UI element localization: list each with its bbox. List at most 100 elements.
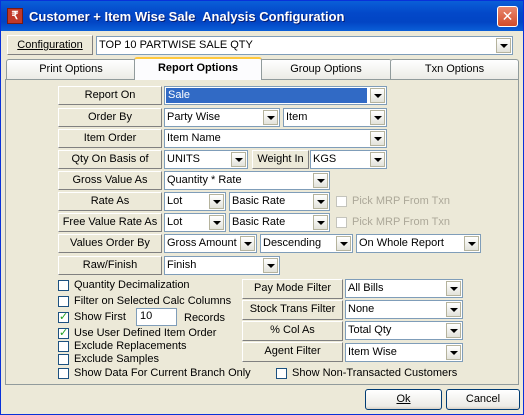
- free-rate-select[interactable]: Lot: [164, 213, 226, 232]
- agent-filter-value: Item Wise: [348, 346, 397, 358]
- agent-filter-select[interactable]: Item Wise: [345, 343, 463, 362]
- tab-label: Print Options: [39, 63, 103, 75]
- qty-basis-value: UNITS: [167, 153, 200, 165]
- close-button[interactable]: ✕: [497, 6, 518, 27]
- weight-in-value: KGS: [313, 153, 337, 165]
- chevron-down-icon[interactable]: [370, 152, 385, 167]
- gross-value-select[interactable]: Quantity * Rate: [164, 171, 330, 190]
- report-on-select[interactable]: Sale: [164, 86, 387, 105]
- chevron-down-icon[interactable]: [209, 194, 224, 209]
- chevron-down-icon[interactable]: [370, 88, 385, 103]
- order-scope-select[interactable]: On Whole Report: [356, 234, 481, 253]
- chevron-down-icon[interactable]: [263, 258, 278, 273]
- chevron-down-icon[interactable]: [496, 38, 511, 53]
- checkbox-box[interactable]: [276, 368, 287, 379]
- exclude-replacements-checkbox[interactable]: Exclude Replacements: [58, 340, 208, 354]
- non-transacted-checkbox[interactable]: Show Non-Transacted Customers: [276, 367, 466, 381]
- quantity-decimalization-label: Quantity Decimalization: [74, 279, 190, 291]
- chevron-down-icon[interactable]: [446, 323, 461, 338]
- report-on-value: Sale: [166, 88, 367, 103]
- chevron-down-icon[interactable]: [446, 281, 461, 296]
- stock-trans-select[interactable]: None: [345, 300, 463, 319]
- free-rate-basis-select[interactable]: Basic Rate: [229, 213, 330, 232]
- report-on-label: Report On: [58, 86, 162, 105]
- pick-mrp-free-checkbox[interactable]: Pick MRP From Txn: [336, 216, 456, 230]
- tab-label: Group Options: [290, 63, 362, 75]
- weight-in-select[interactable]: KGS: [310, 150, 387, 169]
- values-order-value: Gross Amount: [167, 237, 237, 249]
- exclude-replacements-label: Exclude Replacements: [74, 340, 187, 352]
- ok-button[interactable]: Ok: [365, 389, 442, 410]
- exclude-samples-label: Exclude Samples: [74, 353, 159, 365]
- chevron-down-icon[interactable]: [263, 110, 278, 125]
- checkbox-box[interactable]: [58, 310, 69, 323]
- tab-print-options[interactable]: Print Options: [6, 59, 136, 79]
- title-bar[interactable]: ₹ Customer + Item Wise Sale Analysis Con…: [1, 1, 523, 31]
- item-order-select[interactable]: Item Name: [164, 129, 387, 148]
- sort-direction-value: Descending: [263, 237, 322, 249]
- order-by-value: Party Wise: [167, 111, 221, 123]
- rate-as-select[interactable]: Lot: [164, 192, 226, 211]
- pick-mrp-label: Pick MRP From Txn: [352, 195, 450, 207]
- ok-button-label: Ok: [396, 393, 411, 405]
- values-order-select[interactable]: Gross Amount: [164, 234, 257, 253]
- chevron-down-icon[interactable]: [446, 302, 461, 317]
- show-first-count-input[interactable]: 10: [136, 308, 177, 326]
- checkbox-box[interactable]: [58, 326, 69, 339]
- tab-report-options[interactable]: Report Options: [134, 57, 262, 80]
- pick-mrp-checkbox[interactable]: Pick MRP From Txn: [336, 195, 456, 209]
- agent-filter-label: Agent Filter: [242, 342, 343, 362]
- records-label: Records: [184, 312, 225, 324]
- quantity-decimalization-checkbox[interactable]: Quantity Decimalization: [58, 279, 228, 293]
- chevron-down-icon[interactable]: [336, 236, 351, 251]
- current-branch-label: Show Data For Current Branch Only: [74, 367, 251, 379]
- chevron-down-icon[interactable]: [464, 236, 479, 251]
- chevron-down-icon[interactable]: [370, 110, 385, 125]
- chevron-down-icon[interactable]: [209, 215, 224, 230]
- show-first-label: Show First: [74, 311, 126, 323]
- order-by-select[interactable]: Party Wise: [164, 108, 280, 127]
- checkbox-box[interactable]: [58, 368, 69, 379]
- col-as-label: % Col As: [242, 321, 343, 341]
- rate-as-label: Rate As: [58, 192, 162, 211]
- cancel-button[interactable]: Cancel: [446, 389, 520, 410]
- show-first-checkbox[interactable]: Show First: [58, 310, 128, 325]
- raw-finish-select[interactable]: Finish: [164, 256, 280, 275]
- filter-calc-columns-checkbox[interactable]: Filter on Selected Calc Columns: [58, 295, 238, 309]
- filter-calc-columns-label: Filter on Selected Calc Columns: [74, 295, 232, 307]
- free-rate-label: Free Value Rate As: [58, 213, 162, 232]
- rate-as-value: Lot: [167, 195, 183, 207]
- exclude-samples-checkbox[interactable]: Exclude Samples: [58, 353, 178, 367]
- current-branch-checkbox[interactable]: Show Data For Current Branch Only: [58, 367, 258, 381]
- chevron-down-icon[interactable]: [313, 215, 328, 230]
- tab-label: Txn Options: [424, 63, 485, 75]
- gross-value-value: Quantity * Rate: [167, 174, 242, 186]
- user-item-order-checkbox[interactable]: Use User Defined Item Order: [58, 326, 228, 341]
- chevron-down-icon[interactable]: [370, 131, 385, 146]
- chevron-down-icon[interactable]: [231, 152, 246, 167]
- col-as-select[interactable]: Total Qty: [345, 321, 463, 340]
- sort-direction-select[interactable]: Descending: [260, 234, 353, 253]
- chevron-down-icon[interactable]: [446, 345, 461, 360]
- chevron-down-icon[interactable]: [313, 173, 328, 188]
- rate-as-basis-select[interactable]: Basic Rate: [229, 192, 330, 211]
- chevron-down-icon[interactable]: [313, 194, 328, 209]
- checkbox-box[interactable]: [58, 341, 69, 352]
- checkbox-box[interactable]: [336, 217, 347, 228]
- checkbox-box[interactable]: [58, 280, 69, 291]
- configuration-value: TOP 10 PARTWISE SALE QTY: [99, 39, 253, 51]
- gross-value-label: Gross Value As: [58, 171, 162, 190]
- checkbox-box[interactable]: [336, 196, 347, 207]
- checkbox-box[interactable]: [58, 354, 69, 365]
- tab-group-options[interactable]: Group Options: [260, 59, 392, 79]
- pay-mode-select[interactable]: All Bills: [345, 279, 463, 298]
- chevron-down-icon[interactable]: [240, 236, 255, 251]
- tab-txn-options[interactable]: Txn Options: [390, 59, 519, 79]
- col-as-value: Total Qty: [348, 324, 392, 336]
- qty-basis-select[interactable]: UNITS: [164, 150, 248, 169]
- checkbox-box[interactable]: [58, 296, 69, 307]
- order-by-second-select[interactable]: Item: [283, 108, 387, 127]
- configuration-select[interactable]: TOP 10 PARTWISE SALE QTY: [96, 36, 513, 55]
- configuration-label: Configuration: [7, 35, 93, 55]
- pay-mode-label: Pay Mode Filter: [242, 279, 343, 299]
